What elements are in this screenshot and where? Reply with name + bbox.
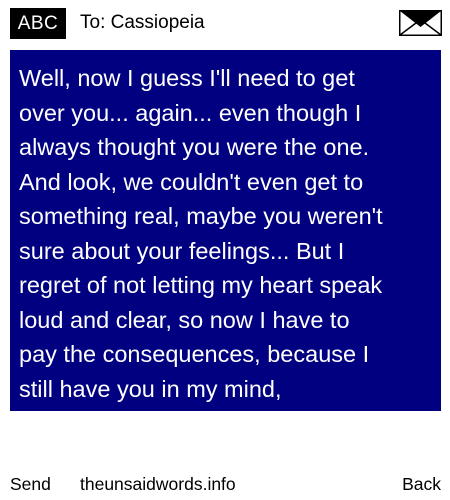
message-header: ABC To: Cassiopeia (0, 0, 450, 44)
envelope-icon (399, 10, 442, 36)
softkey-bar: Send theunsaidwords.info Back (0, 470, 450, 498)
message-line: sure about your feelings... But I (19, 237, 345, 264)
send-softkey[interactable]: Send (10, 470, 51, 498)
message-line: always thought you were the one. (19, 134, 370, 160)
input-mode-badge[interactable]: ABC (10, 8, 66, 39)
message-line: still have you in my mind, (19, 375, 282, 402)
site-label: theunsaidwords.info (80, 474, 236, 494)
message-line: over you... again... even though I (19, 99, 362, 126)
recipient-label: To: Cassiopeia (80, 12, 205, 33)
message-line: pay the consequences, because I (19, 341, 370, 367)
message-body[interactable]: Well, now I guess I'll need to get over y… (10, 50, 441, 411)
message-line: And look, we couldn't even get to (19, 168, 364, 195)
back-softkey[interactable]: Back (402, 470, 441, 498)
message-line: regret of not letting my heart speak (19, 272, 383, 298)
message-line: something real, maybe you weren't (19, 203, 383, 229)
message-line: loud and clear, so now I have to (19, 306, 350, 333)
message-line: Well, now I guess I'll need to get (19, 65, 355, 91)
